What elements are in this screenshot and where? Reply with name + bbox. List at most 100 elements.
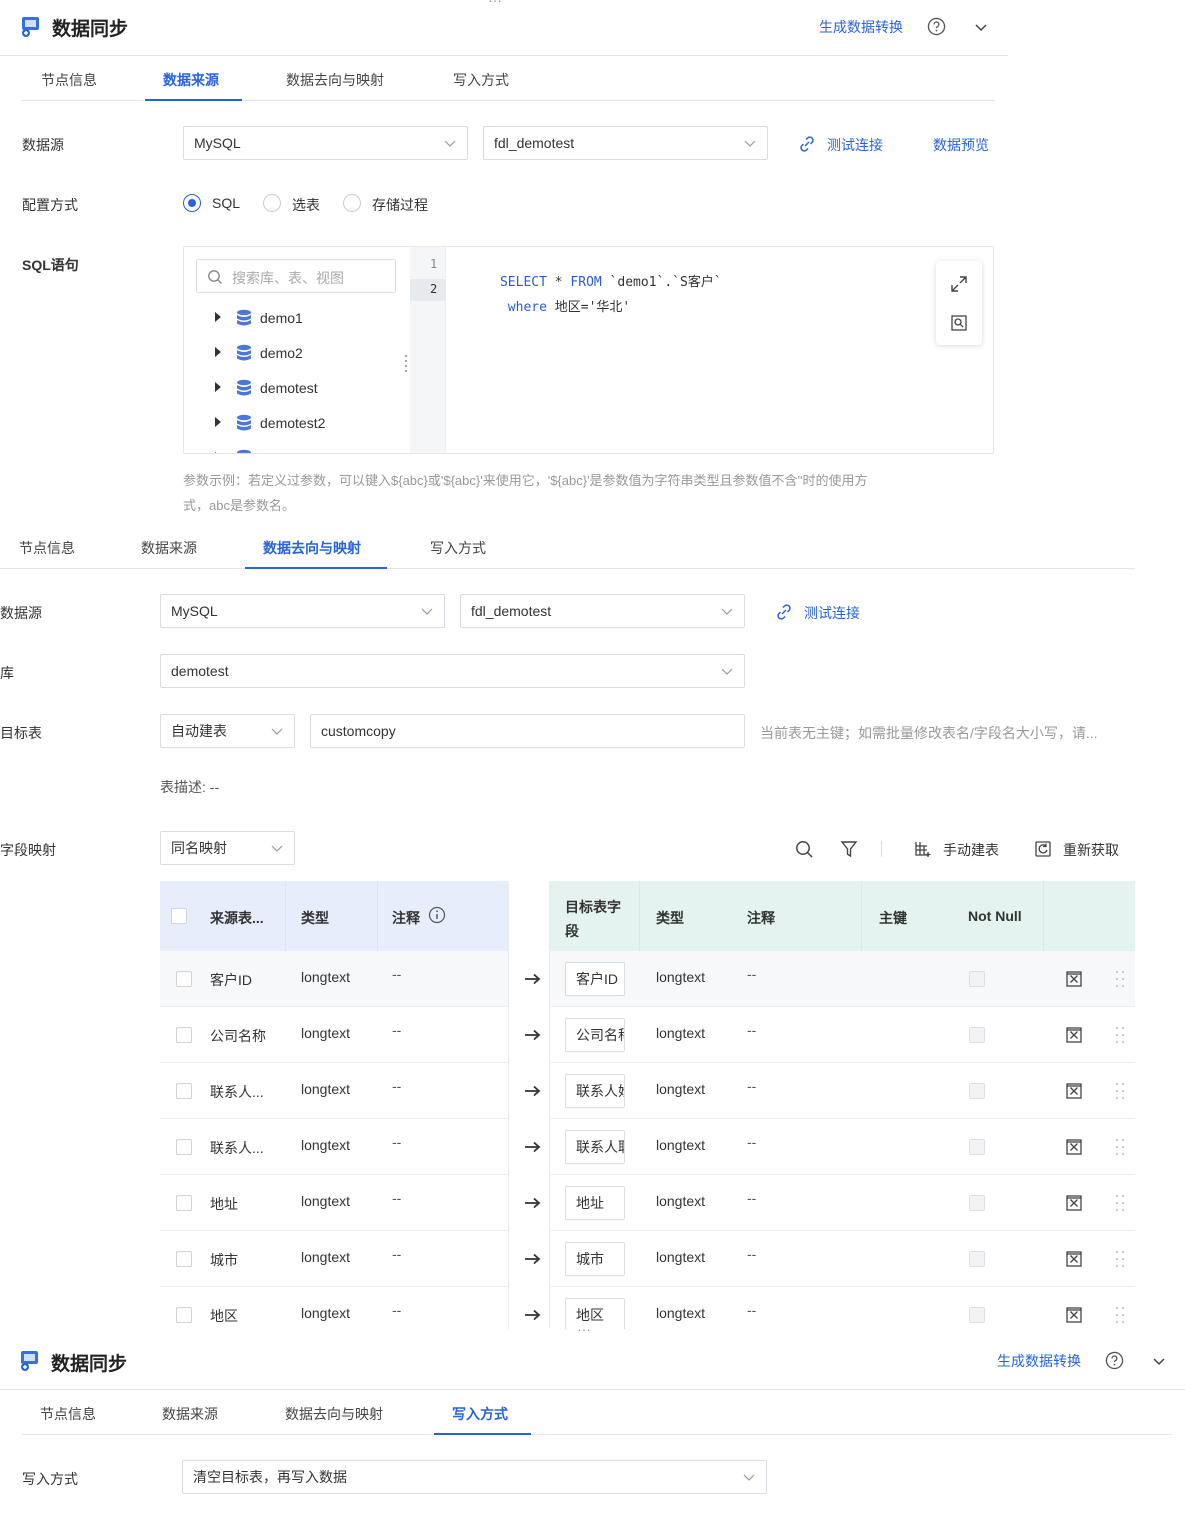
tab-data-source[interactable]: 数据来源 [162,1404,218,1424]
not-null-checkbox[interactable] [969,1083,985,1099]
tree-item[interactable]: demo1 [214,308,394,328]
table-row[interactable]: 城市 longtext -- [160,1231,508,1287]
datasource-type-select[interactable]: MySQL [160,594,445,628]
database-select[interactable]: demotest [160,654,745,688]
target-table-input[interactable]: customcopy [310,714,745,748]
drag-handle-icon[interactable] [1115,1138,1125,1156]
tab-data-destination[interactable]: 数据去向与映射 [285,1404,383,1424]
delete-field-icon[interactable] [1065,1138,1083,1156]
target-field-input[interactable]: 城市 [565,1242,625,1276]
manual-create-table-button[interactable]: 手动建表 [943,840,999,860]
tab-data-destination[interactable]: 数据去向与映射 [263,538,361,558]
caret-right-icon[interactable] [214,417,222,427]
write-mode-select[interactable]: 清空目标表，再写入数据 [182,1460,767,1494]
caret-right-icon[interactable] [214,312,222,322]
generate-transform-link[interactable]: 生成数据转换 [997,1351,1081,1371]
tree-item[interactable]: information_schema [214,448,394,454]
table-row[interactable]: 联系人职务 longtext -- [550,1119,1135,1175]
table-row[interactable]: 地址 longtext -- [160,1175,508,1231]
radio-sql[interactable] [183,194,201,212]
expand-icon[interactable] [950,275,968,293]
data-preview-link[interactable]: 数据预览 [933,135,989,155]
row-checkbox[interactable] [176,1195,192,1211]
select-all-checkbox[interactable] [171,908,187,924]
drag-handle-icon[interactable] [1115,1026,1125,1044]
not-null-checkbox[interactable] [969,1027,985,1043]
row-checkbox[interactable] [176,1307,192,1323]
not-null-checkbox[interactable] [969,1307,985,1323]
drag-handle-icon[interactable] [1115,1082,1125,1100]
table-row[interactable]: 联系人... longtext -- [160,1119,508,1175]
target-field-input[interactable]: 公司名称 [565,1018,625,1052]
datasource-conn-select[interactable]: fdl_demotest [483,126,768,160]
refetch-button[interactable]: 重新获取 [1063,840,1119,860]
target-field-input[interactable]: 地区 [565,1298,625,1329]
tab-write-mode[interactable]: 写入方式 [453,70,509,90]
caret-right-icon[interactable] [214,382,222,392]
help-icon[interactable] [1105,1351,1124,1370]
more-dots-icon[interactable]: ··· [488,0,502,8]
row-checkbox[interactable] [176,1027,192,1043]
filter-icon[interactable] [840,840,858,858]
help-icon[interactable] [927,17,946,36]
table-row[interactable]: 联系人姓名 longtext -- [550,1063,1135,1119]
caret-right-icon[interactable] [214,452,222,454]
drag-handle-icon[interactable] [1115,1250,1125,1268]
not-null-checkbox[interactable] [969,1195,985,1211]
target-field-input[interactable]: 联系人姓名 [565,1074,625,1108]
radio-select-table[interactable] [263,194,281,212]
not-null-checkbox[interactable] [969,1139,985,1155]
delete-field-icon[interactable] [1065,1026,1083,1044]
tab-write-mode[interactable]: 写入方式 [430,538,486,558]
not-null-checkbox[interactable] [969,1251,985,1267]
caret-right-icon[interactable] [214,347,222,357]
delete-field-icon[interactable] [1065,1194,1083,1212]
delete-field-icon[interactable] [1065,970,1083,988]
table-row[interactable]: 城市 longtext -- [550,1231,1135,1287]
drag-handle-icon[interactable] [1115,970,1125,988]
table-row[interactable]: 客户ID longtext -- [160,951,508,1007]
more-dots-icon[interactable]: ··· [577,1321,591,1337]
collapse-chevron-icon[interactable] [973,19,989,35]
tree-search-input[interactable]: 搜索库、表、视图 [196,259,396,293]
row-checkbox[interactable] [176,971,192,987]
manual-create-table-icon[interactable] [914,840,932,858]
search-icon[interactable] [795,840,814,859]
tab-data-destination[interactable]: 数据去向与映射 [286,70,384,90]
delete-field-icon[interactable] [1065,1306,1083,1324]
radio-stored-procedure-label[interactable]: 存储过程 [372,195,428,215]
table-row[interactable]: 地区 longtext -- [160,1287,508,1329]
link-icon[interactable] [775,603,793,621]
radio-select-table-label[interactable]: 选表 [292,195,320,215]
table-row[interactable]: 公司名称 longtext -- [550,1007,1135,1063]
target-field-input[interactable]: 联系人职务 [565,1130,625,1164]
target-field-input[interactable]: 地址 [565,1186,625,1220]
tab-data-source[interactable]: 数据来源 [141,538,197,558]
table-row[interactable]: 地区 longtext -- [550,1287,1135,1329]
link-icon[interactable] [798,135,816,153]
tab-node-info[interactable]: 节点信息 [40,1404,96,1424]
tab-data-source[interactable]: 数据来源 [163,70,219,90]
radio-sql-label[interactable]: SQL [212,195,240,211]
test-connection-link[interactable]: 测试连接 [804,603,860,623]
delete-field-icon[interactable] [1065,1082,1083,1100]
table-row[interactable]: 公司名称 longtext -- [160,1007,508,1063]
table-row[interactable]: 客户ID longtext -- [550,951,1135,1007]
not-null-checkbox[interactable] [969,971,985,987]
drag-handle-icon[interactable] [1115,1194,1125,1212]
table-row[interactable]: 地址 longtext -- [550,1175,1135,1231]
tree-item[interactable]: demotest [214,378,394,398]
target-field-input[interactable]: 客户ID [565,962,625,996]
delete-field-icon[interactable] [1065,1250,1083,1268]
info-icon[interactable] [428,906,446,924]
sql-code-line-2[interactable]: where 地区='华北' [453,281,630,330]
row-checkbox[interactable] [176,1139,192,1155]
target-mode-select[interactable]: 自动建表 [160,714,295,748]
tab-write-mode[interactable]: 写入方式 [452,1404,508,1424]
row-checkbox[interactable] [176,1251,192,1267]
collapse-chevron-icon[interactable] [1151,1353,1167,1369]
test-connection-link[interactable]: 测试连接 [827,135,883,155]
radio-stored-procedure[interactable] [343,194,361,212]
mapping-mode-select[interactable]: 同名映射 [160,831,295,865]
drag-handle-icon[interactable] [1115,1306,1125,1324]
